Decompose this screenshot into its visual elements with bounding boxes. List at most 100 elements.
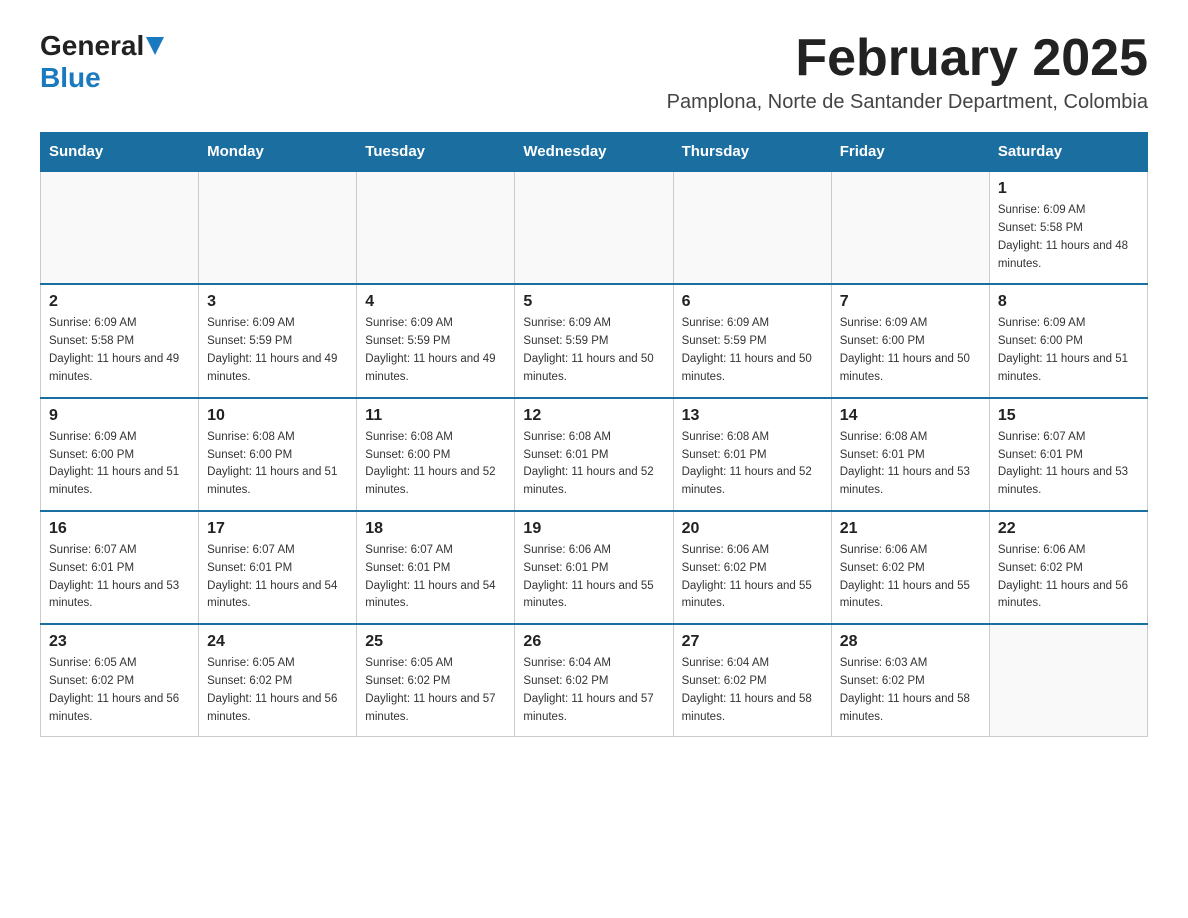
day-sun-info: Sunrise: 6:06 AMSunset: 6:02 PMDaylight:… [840, 542, 981, 613]
calendar-day-cell: 12Sunrise: 6:08 AMSunset: 6:01 PMDayligh… [515, 398, 673, 511]
weekday-header-friday: Friday [831, 133, 989, 172]
day-number: 2 [49, 293, 190, 311]
calendar-day-cell: 26 Sunrise: 6:04 AMSunset: 6:02 PMDayligh… [515, 624, 673, 737]
day-number: 14 [840, 407, 981, 425]
calendar-day-cell [989, 624, 1147, 737]
calendar-week-row: 1 Sunrise: 6:09 AMSunset: 5:58 PMDaylight… [41, 171, 1148, 284]
calendar-day-cell: 24 Sunrise: 6:05 AMSunset: 6:02 PMDayligh… [199, 624, 357, 737]
calendar-day-cell [673, 171, 831, 284]
day-number: 13 [682, 407, 823, 425]
day-sun-info: Sunrise: 6:08 AMSunset: 6:01 PMDaylight:… [682, 429, 823, 500]
day-sun-info: Sunrise: 6:09 AMSunset: 6:00 PMDaylight:… [998, 315, 1139, 386]
day-number: 6 [682, 293, 823, 311]
day-sun-info: Sunrise: 6:05 AMSunset: 6:02 PMDaylight:… [207, 655, 348, 726]
weekday-header-monday: Monday [199, 133, 357, 172]
calendar-day-cell: 11 Sunrise: 6:08 AMSunset: 6:00 PMDayligh… [357, 398, 515, 511]
calendar-day-cell: 20 Sunrise: 6:06 AMSunset: 6:02 PMDayligh… [673, 511, 831, 624]
day-sun-info: Sunrise: 6:09 AMSunset: 6:00 PMDaylight:… [840, 315, 981, 386]
day-number: 26 [523, 633, 664, 651]
calendar-day-cell: 14 Sunrise: 6:08 AMSunset: 6:01 PMDayligh… [831, 398, 989, 511]
day-sun-info: Sunrise: 6:09 AMSunset: 5:59 PMDaylight:… [682, 315, 823, 386]
calendar-week-row: 16 Sunrise: 6:07 AMSunset: 6:01 PMDayligh… [41, 511, 1148, 624]
day-number: 5 [523, 293, 664, 311]
calendar-day-cell: 17 Sunrise: 6:07 AMSunset: 6:01 PMDayligh… [199, 511, 357, 624]
calendar-day-cell: 18 Sunrise: 6:07 AMSunset: 6:01 PMDayligh… [357, 511, 515, 624]
weekday-header-saturday: Saturday [989, 133, 1147, 172]
calendar-day-cell: 10 Sunrise: 6:08 AMSunset: 6:00 PMDayligh… [199, 398, 357, 511]
calendar-day-cell: 4 Sunrise: 6:09 AMSunset: 5:59 PMDaylight… [357, 284, 515, 397]
day-sun-info: Sunrise: 6:07 AMSunset: 6:01 PMDaylight:… [998, 429, 1139, 500]
day-sun-info: Sunrise: 6:05 AMSunset: 6:02 PMDaylight:… [49, 655, 190, 726]
day-sun-info: Sunrise: 6:06 AMSunset: 6:01 PMDaylight:… [523, 542, 664, 613]
calendar-day-cell [515, 171, 673, 284]
day-sun-info: Sunrise: 6:05 AMSunset: 6:02 PMDaylight:… [365, 655, 506, 726]
day-sun-info: Sunrise: 6:03 AMSunset: 6:02 PMDaylight:… [840, 655, 981, 726]
day-sun-info: Sunrise: 6:04 AMSunset: 6:02 PMDaylight:… [682, 655, 823, 726]
calendar-day-cell: 16 Sunrise: 6:07 AMSunset: 6:01 PMDayligh… [41, 511, 199, 624]
calendar-day-cell: 6 Sunrise: 6:09 AMSunset: 5:59 PMDaylight… [673, 284, 831, 397]
day-number: 27 [682, 633, 823, 651]
calendar-day-cell: 19 Sunrise: 6:06 AMSunset: 6:01 PMDayligh… [515, 511, 673, 624]
weekday-header-tuesday: Tuesday [357, 133, 515, 172]
calendar-day-cell: 1 Sunrise: 6:09 AMSunset: 5:58 PMDaylight… [989, 171, 1147, 284]
weekday-header-sunday: Sunday [41, 133, 199, 172]
day-sun-info: Sunrise: 6:04 AMSunset: 6:02 PMDaylight:… [523, 655, 664, 726]
day-number: 12 [523, 407, 664, 425]
day-sun-info: Sunrise: 6:09 AMSunset: 5:59 PMDaylight:… [365, 315, 506, 386]
day-sun-info: Sunrise: 6:08 AMSunset: 6:00 PMDaylight:… [207, 429, 348, 500]
day-sun-info: Sunrise: 6:08 AMSunset: 6:00 PMDaylight:… [365, 429, 506, 500]
day-number: 18 [365, 520, 506, 538]
calendar-week-row: 2 Sunrise: 6:09 AMSunset: 5:58 PMDaylight… [41, 284, 1148, 397]
logo: General Blue [40, 30, 164, 94]
day-sun-info: Sunrise: 6:06 AMSunset: 6:02 PMDaylight:… [998, 542, 1139, 613]
day-sun-info: Sunrise: 6:07 AMSunset: 6:01 PMDaylight:… [207, 542, 348, 613]
calendar-day-cell: 2 Sunrise: 6:09 AMSunset: 5:58 PMDaylight… [41, 284, 199, 397]
calendar-day-cell: 22 Sunrise: 6:06 AMSunset: 6:02 PMDayligh… [989, 511, 1147, 624]
page-header: General Blue February 2025 Pamplona, Nor… [40, 30, 1148, 114]
day-number: 15 [998, 407, 1139, 425]
day-sun-info: Sunrise: 6:07 AMSunset: 6:01 PMDaylight:… [365, 542, 506, 613]
day-number: 4 [365, 293, 506, 311]
day-number: 16 [49, 520, 190, 538]
day-number: 17 [207, 520, 348, 538]
day-sun-info: Sunrise: 6:09 AMSunset: 5:58 PMDaylight:… [49, 315, 190, 386]
day-sun-info: Sunrise: 6:08 AMSunset: 6:01 PMDaylight:… [840, 429, 981, 500]
calendar-day-cell [831, 171, 989, 284]
calendar-day-cell: 21Sunrise: 6:06 AMSunset: 6:02 PMDayligh… [831, 511, 989, 624]
day-number: 7 [840, 293, 981, 311]
logo-triangle-icon [146, 37, 164, 57]
calendar-day-cell: 3 Sunrise: 6:09 AMSunset: 5:59 PMDaylight… [199, 284, 357, 397]
logo-general-text: General [40, 30, 144, 62]
day-number: 24 [207, 633, 348, 651]
day-number: 10 [207, 407, 348, 425]
calendar-day-cell: 9 Sunrise: 6:09 AMSunset: 6:00 PMDaylight… [41, 398, 199, 511]
day-number: 22 [998, 520, 1139, 538]
day-sun-info: Sunrise: 6:06 AMSunset: 6:02 PMDaylight:… [682, 542, 823, 613]
day-number: 8 [998, 293, 1139, 311]
day-number: 1 [998, 180, 1139, 198]
day-sun-info: Sunrise: 6:09 AMSunset: 5:59 PMDaylight:… [207, 315, 348, 386]
day-number: 20 [682, 520, 823, 538]
day-sun-info: Sunrise: 6:09 AMSunset: 5:58 PMDaylight:… [998, 202, 1139, 273]
calendar-day-cell: 13 Sunrise: 6:08 AMSunset: 6:01 PMDayligh… [673, 398, 831, 511]
day-number: 11 [365, 407, 506, 425]
day-number: 19 [523, 520, 664, 538]
day-sun-info: Sunrise: 6:07 AMSunset: 6:01 PMDaylight:… [49, 542, 190, 613]
location-subtitle: Pamplona, Norte de Santander Department,… [667, 91, 1148, 114]
calendar-day-cell [357, 171, 515, 284]
calendar-day-cell: 25 Sunrise: 6:05 AMSunset: 6:02 PMDayligh… [357, 624, 515, 737]
day-number: 23 [49, 633, 190, 651]
logo-blue-text: Blue [40, 62, 101, 93]
month-title: February 2025 [667, 30, 1148, 87]
day-number: 9 [49, 407, 190, 425]
weekday-header-row: SundayMondayTuesdayWednesdayThursdayFrid… [41, 133, 1148, 172]
calendar-table: SundayMondayTuesdayWednesdayThursdayFrid… [40, 132, 1148, 737]
calendar-day-cell [41, 171, 199, 284]
calendar-week-row: 23 Sunrise: 6:05 AMSunset: 6:02 PMDayligh… [41, 624, 1148, 737]
calendar-week-row: 9 Sunrise: 6:09 AMSunset: 6:00 PMDaylight… [41, 398, 1148, 511]
day-sun-info: Sunrise: 6:09 AMSunset: 6:00 PMDaylight:… [49, 429, 190, 500]
day-number: 3 [207, 293, 348, 311]
day-number: 25 [365, 633, 506, 651]
day-number: 28 [840, 633, 981, 651]
weekday-header-wednesday: Wednesday [515, 133, 673, 172]
